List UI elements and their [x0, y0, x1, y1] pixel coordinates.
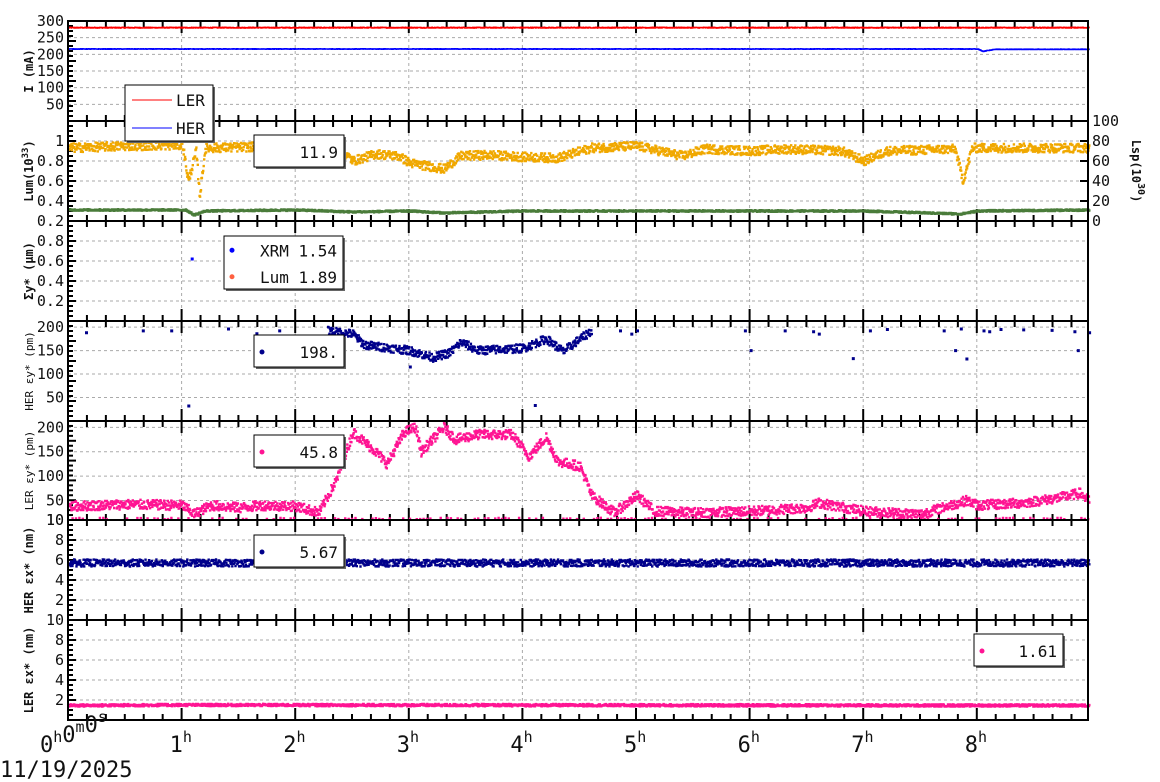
legend-label: Lum 1.89 — [260, 268, 337, 287]
y2-tick-label: 80 — [1092, 132, 1110, 150]
y-tick-label: 8 — [55, 631, 64, 649]
y-tick-label: 250 — [37, 29, 64, 47]
series-luminosity-0 — [68, 139, 1091, 198]
series-current-1 — [68, 48, 1090, 53]
y-tick-label: 1 — [55, 132, 64, 150]
y-tick-label: 200 — [37, 418, 64, 436]
y-axis-label: I (mA) — [22, 49, 36, 92]
y-tick-label: 50 — [46, 491, 64, 509]
y-tick-label: 50 — [46, 95, 64, 113]
x-tick-label: 6h — [738, 728, 760, 758]
y-tick-label: 10 — [46, 511, 64, 529]
series-ler-emit-x-0 — [68, 702, 1091, 708]
y-tick-label: 0.8 — [37, 232, 64, 250]
y-tick-label: 100 — [37, 467, 64, 485]
panel-frame — [67, 320, 1089, 422]
y-tick-label: 100 — [37, 79, 64, 97]
x-tick-label: 8h — [965, 728, 987, 758]
legend-luminosity: 11.9 — [253, 134, 346, 169]
y-tick-label: 2 — [55, 691, 64, 709]
legend-dot-marker — [979, 648, 985, 654]
beam-monitor-chart: 50100150200250300I (mA)0.20.40.60.81Lum(… — [0, 12, 1146, 782]
y-tick-label: 0.6 — [37, 172, 64, 190]
x-tick-label: 7h — [851, 728, 873, 758]
legend-label: 45.8 — [299, 443, 338, 462]
series-sigma-y-0 — [190, 257, 194, 261]
y-axis-label: LER εx* (nm) — [22, 627, 36, 714]
y-axis-label: Lum(1033) — [21, 140, 36, 201]
y-tick-label: 150 — [37, 342, 64, 360]
y-tick-label: 0.6 — [37, 252, 64, 270]
y-axis-label: Σy* (μm) — [22, 242, 36, 300]
y-axis-label: HER εy* (pm) — [23, 331, 36, 410]
y-tick-label: 6 — [55, 651, 64, 669]
date-label: 11/19/2025 — [0, 758, 132, 782]
legend-her-emit-y: 198. — [253, 334, 346, 369]
legend-label: HER — [176, 119, 205, 138]
legend-label: 1.61 — [1018, 642, 1057, 661]
y2-tick-label: 40 — [1092, 172, 1110, 190]
panel-ler-emit-y: 10 50 100 150 200LER εy* (pm) — [23, 418, 1091, 529]
y-tick-label: 8 — [55, 531, 64, 549]
legend-label: 11.9 — [299, 143, 338, 162]
y2-tick-label: 100 — [1092, 112, 1119, 130]
panel-her-emit-y: 50 100 150 200HER εy* (pm) — [23, 318, 1092, 422]
legend-current: LER HER — [124, 84, 215, 143]
y-tick-label: 4 — [55, 671, 64, 689]
y2-axis-label: Lsp(1030) — [1129, 140, 1146, 203]
legend-dot-marker — [259, 449, 265, 455]
y-tick-label: 100 — [37, 365, 64, 383]
y-tick-label: 150 — [37, 443, 64, 461]
y-tick-label: 0.2 — [37, 292, 64, 310]
y-tick-label: 0.4 — [37, 272, 64, 290]
legend-dot-marker — [259, 549, 265, 555]
legend-dot-marker — [259, 349, 265, 355]
y-tick-label: 4 — [55, 571, 64, 589]
legend-dot-marker — [229, 274, 235, 280]
legend-ler-emit-y: 45.8 — [253, 434, 346, 469]
series-current-0 — [68, 26, 1090, 29]
y-axis-label: LER εy* (pm) — [23, 431, 36, 510]
panel-frame — [67, 120, 1089, 222]
series-ler-emit-y-0 — [68, 421, 1091, 520]
y2-tick-label: 60 — [1092, 152, 1110, 170]
legend-ler-emit-x: 1.61 — [973, 633, 1065, 668]
y-tick-label: 50 — [46, 389, 64, 407]
y-tick-label: 6 — [55, 551, 64, 569]
x-tick-label: 1h — [170, 728, 192, 758]
panel-frame — [67, 220, 1089, 322]
y-tick-label: 200 — [37, 318, 64, 336]
y2-tick-label: 0 — [1092, 212, 1101, 230]
y-tick-label: 10 — [46, 611, 64, 629]
panel-her-emit-x: 2 4 6 8 10 HER εx* (nm) — [22, 511, 1091, 621]
panel-sigma-y: 0.2 0.4 0.6 0.8Σy* (μm) — [22, 220, 1089, 322]
x-tick-label: 3h — [397, 728, 419, 758]
y2-tick-label: 20 — [1092, 192, 1110, 210]
y-tick-label: 300 — [37, 12, 64, 30]
legend-label: 5.67 — [299, 543, 338, 562]
x-tick-label: 4h — [510, 728, 532, 758]
legend-label: XRM 1.54 — [260, 241, 337, 260]
y-tick-label: 150 — [37, 62, 64, 80]
x-tick-label: 2h — [283, 728, 305, 758]
panel-ler-emit-x: 2 4 6 8 10 LER εx* (nm) — [22, 611, 1091, 721]
legend-label: LER — [176, 91, 205, 110]
series-her-emit-x-0 — [68, 558, 1091, 568]
y-tick-label: 2 — [55, 591, 64, 609]
y-tick-label: 0.2 — [37, 212, 64, 230]
series-her-emit-y-0 — [85, 325, 1092, 408]
y-tick-label: 200 — [37, 45, 64, 63]
legend-label: 198. — [299, 343, 338, 362]
x-tick-label: 5h — [624, 728, 646, 758]
y-tick-label: 0.4 — [37, 192, 64, 210]
y-axis-label: HER εx* (nm) — [22, 527, 36, 614]
x-tick-label: 0h0m0s — [40, 708, 107, 758]
legend-dot-marker — [229, 247, 235, 253]
y-tick-label: 0.8 — [37, 152, 64, 170]
legend-sigma-y: XRM 1.54 Lum 1.89 — [223, 235, 345, 291]
panel-frame — [67, 519, 1089, 621]
legend-her-emit-x: 5.67 — [253, 534, 346, 569]
